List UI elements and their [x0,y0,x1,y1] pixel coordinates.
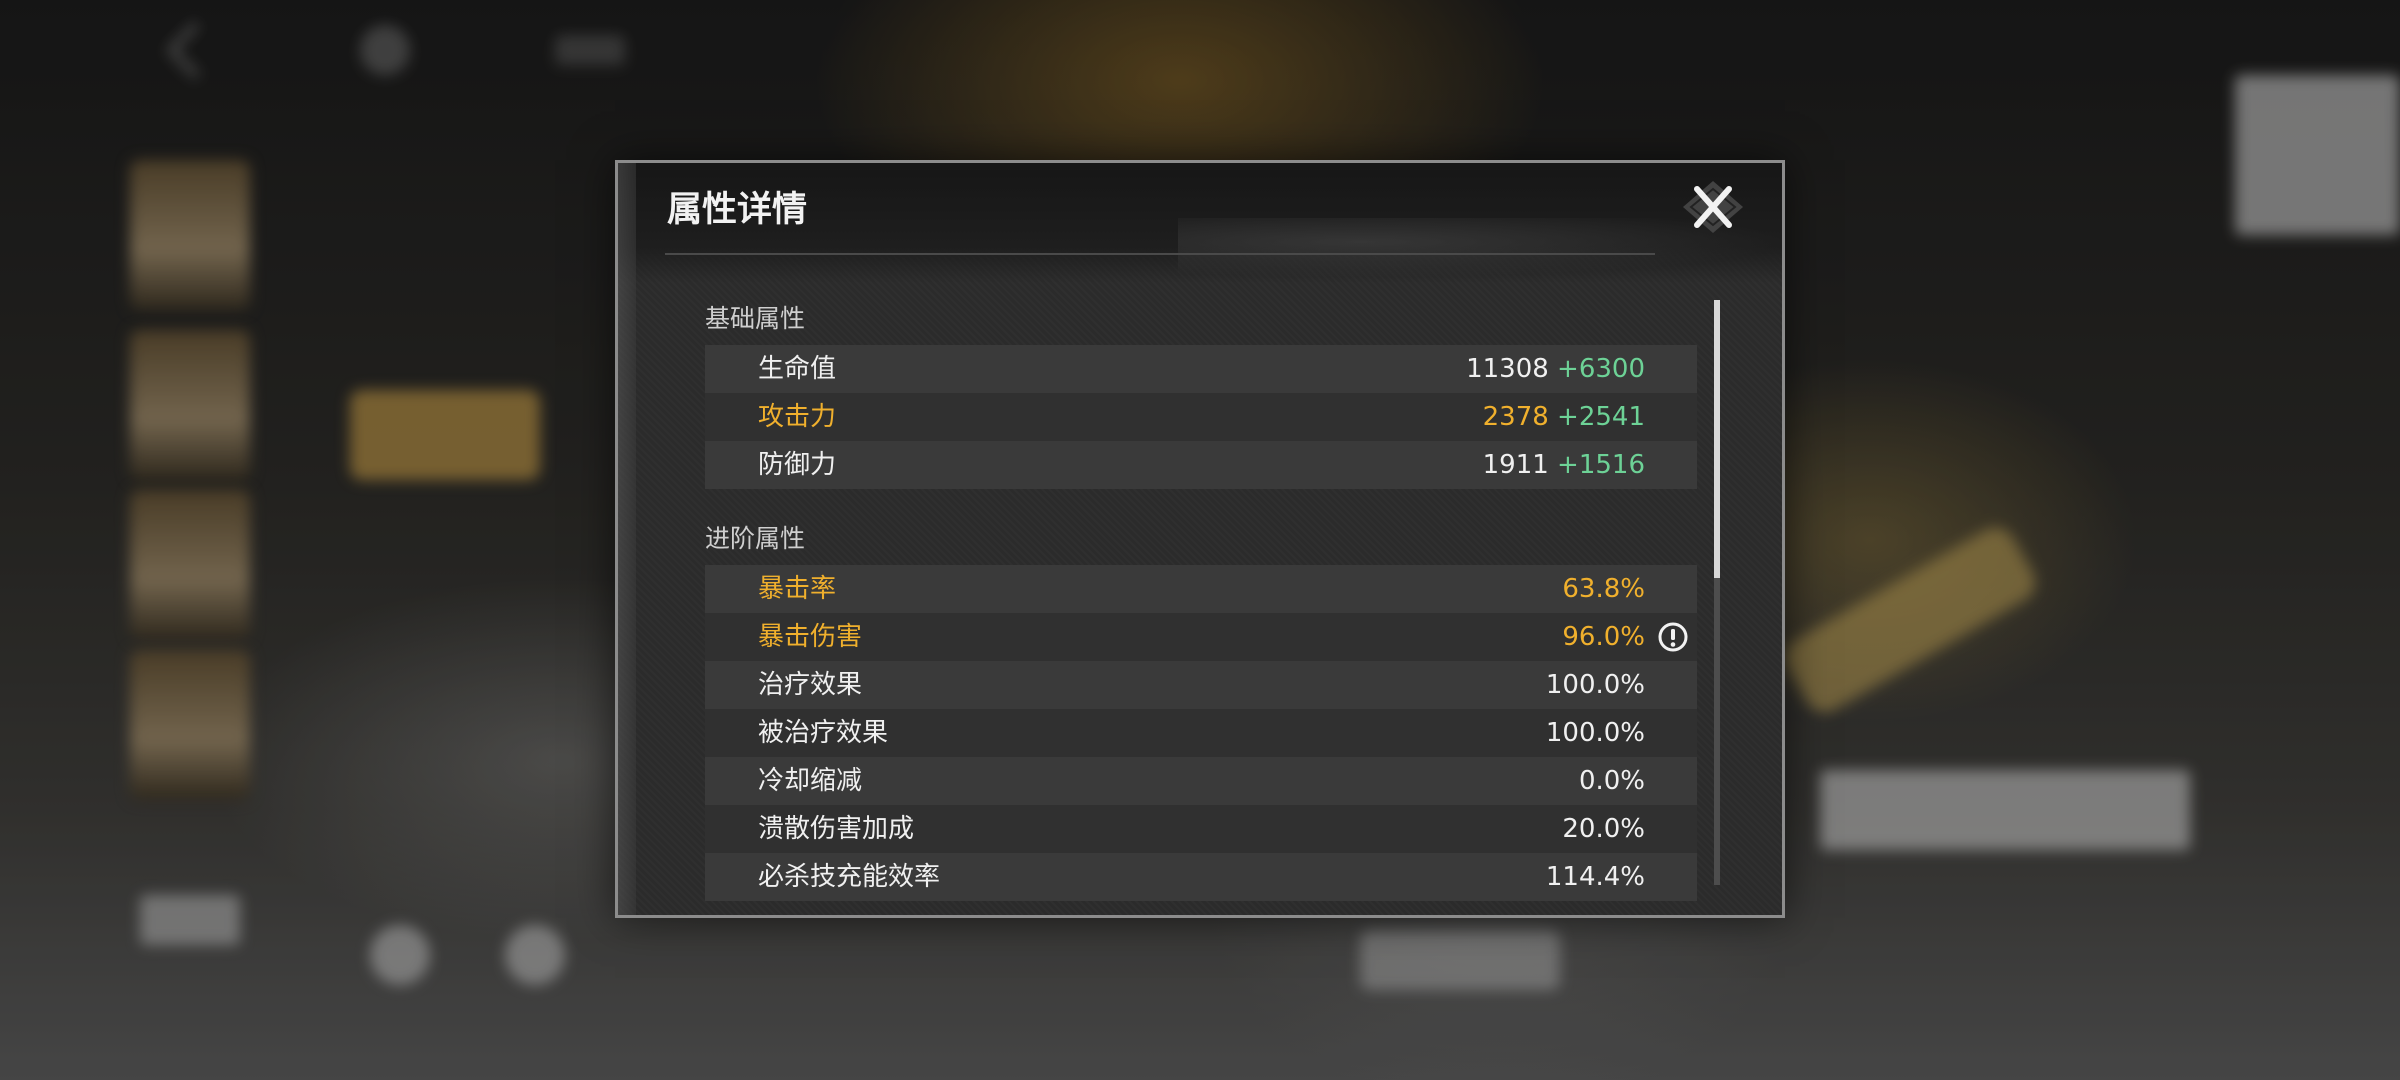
attribute-value: 20.0% [1562,814,1645,844]
attribute-value: 1911 +1516 [1483,441,1645,489]
attribute-value: 2378 +2541 [1483,393,1645,441]
title-divider [665,253,1655,255]
bonus-value: +2541 [1557,402,1645,432]
attribute-label: 必杀技充能效率 [758,862,941,892]
attribute-label: 防御力 [758,450,837,480]
attribute-row-ult-charge: 必杀技充能效率 114.4% [705,853,1697,901]
base-value: 11308 [1466,354,1549,384]
attribute-value: 11308 +6300 [1466,345,1645,393]
attribute-row-healing-received: 被治疗效果 100.0% [705,709,1697,757]
bonus-value: +1516 [1557,450,1645,480]
attribute-row-break-damage: 溃散伤害加成 20.0% [705,805,1697,853]
attribute-row-healing: 治疗效果 100.0% [705,661,1697,709]
attribute-details-modal: 属性详情 基础属性 生命值 11308 +6300 攻击力 2378 +2541… [615,160,1785,918]
attribute-label: 攻击力 [758,402,837,432]
attribute-label: 暴击率 [758,574,837,604]
attribute-label: 溃散伤害加成 [758,814,915,844]
attribute-label: 冷却缩减 [758,766,863,796]
attribute-value: 63.8% [1562,574,1645,604]
attribute-row-atk: 攻击力 2378 +2541 [705,393,1697,441]
modal-title: 属性详情 [667,189,808,230]
close-button[interactable] [1673,175,1753,239]
attribute-value: 96.0% [1562,622,1645,652]
close-icon [1683,181,1743,233]
base-value: 2378 [1482,402,1549,432]
info-icon[interactable] [1657,621,1689,653]
attribute-label: 被治疗效果 [758,718,889,748]
attribute-row-def: 防御力 1911 +1516 [705,441,1697,489]
base-value: 1911 [1482,450,1549,480]
section-title-advanced: 进阶属性 [705,524,806,553]
attribute-value: 0.0% [1578,766,1645,796]
attribute-row-cooldown: 冷却缩减 0.0% [705,757,1697,805]
attribute-value: 100.0% [1545,718,1645,748]
section-title-basic: 基础属性 [705,304,806,333]
bonus-value: +6300 [1557,354,1645,384]
attribute-list[interactable]: 基础属性 生命值 11308 +6300 攻击力 2378 +2541 防御力 … [705,293,1705,915]
attribute-label: 暴击伤害 [758,622,863,652]
attribute-row-hp: 生命值 11308 +6300 [705,345,1697,393]
attribute-value: 114.4% [1545,862,1645,892]
attribute-label: 生命值 [758,354,837,384]
attribute-value: 100.0% [1545,670,1645,700]
scrollbar-thumb[interactable] [1714,300,1720,578]
modal-edge-decoration [618,163,636,915]
attribute-label: 治疗效果 [758,670,863,700]
attribute-row-crit-damage: 暴击伤害 96.0% [705,613,1697,661]
attribute-row-crit-rate: 暴击率 63.8% [705,565,1697,613]
